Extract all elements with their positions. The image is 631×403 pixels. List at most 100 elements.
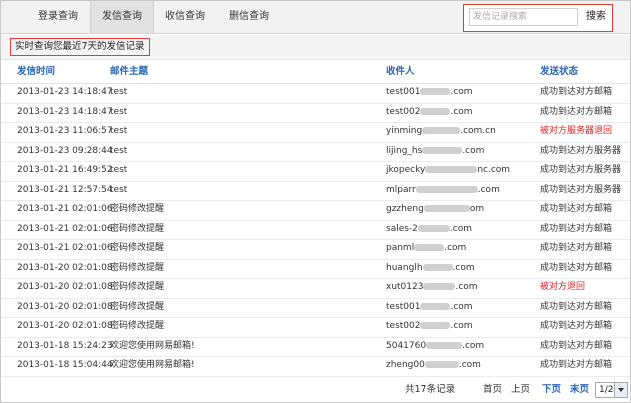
table-row[interactable]: 2013-01-21 16:49:52 test jkopecky nc.com 成功到… xyxy=(1,161,630,182)
recipient: test001 .com xyxy=(386,83,473,103)
sent-time: 2013-01-20 02:01:08 xyxy=(17,321,113,331)
column-header-subject[interactable]: 邮件主题 xyxy=(110,61,148,83)
sent-time: 2013-01-23 09:28:44 xyxy=(17,145,113,156)
sent-time: 2013-01-23 14:18:47 xyxy=(17,106,113,117)
recipient-prefix: yinming xyxy=(386,126,423,136)
recipient-prefix: xut0123 xyxy=(386,282,424,292)
send-status: 成功到达对方邮箱 xyxy=(540,301,613,312)
notice-text: 实时查询您最近7天的发信记录 xyxy=(10,38,150,56)
mail-subject[interactable]: test xyxy=(110,161,127,181)
table-row[interactable]: 2013-01-21 02:01:06 密码修改提醒 gzzheng om 成功到达对方… xyxy=(1,200,630,221)
recipient-prefix: zheng00 xyxy=(386,360,425,370)
send-status: 成功到达对方邮箱 xyxy=(540,340,613,351)
search-input[interactable] xyxy=(469,8,578,26)
recipient-suffix: .com xyxy=(455,282,478,292)
mail-subject[interactable]: 欢迎您使用网易邮箱! xyxy=(110,356,195,376)
sent-time: 2013-01-21 12:57:54 xyxy=(17,184,113,195)
mail-subject[interactable]: 密码修改提醒 xyxy=(110,200,164,220)
recipient: huanglh .com xyxy=(386,259,475,279)
sent-time: 2013-01-20 02:01:08 xyxy=(17,262,113,273)
mail-subject[interactable]: 欢迎您使用网易邮箱! xyxy=(110,337,195,357)
recipient-prefix: mlparr xyxy=(386,184,416,195)
recipient: mlparr .com xyxy=(386,181,500,201)
chevron-down-icon xyxy=(614,383,627,397)
sent-time: 2013-01-23 14:18:47 xyxy=(17,87,113,97)
mail-subject[interactable]: test xyxy=(110,142,127,162)
recipient-suffix: .com xyxy=(458,360,481,370)
mail-subject[interactable]: 密码修改提醒 xyxy=(110,220,164,240)
recipient-suffix: .com xyxy=(450,321,473,331)
first-page-link[interactable]: 首页 xyxy=(483,377,502,402)
search-button[interactable]: 搜索 xyxy=(583,8,609,26)
recipient: panml .com xyxy=(386,239,466,259)
recipient: gzzheng om xyxy=(386,200,484,220)
page-select-value: 1/2 xyxy=(599,385,614,395)
table-row[interactable]: 2013-01-18 15:24:23 欢迎您使用网易邮箱! 5041760 .com… xyxy=(1,337,630,357)
recipient-prefix: test002 xyxy=(386,321,421,331)
table-header: 发信时间 邮件主题 收件人 发送状态 xyxy=(1,61,630,84)
recipient-prefix: huanglh xyxy=(386,262,423,273)
mail-subject[interactable]: 密码修改提醒 xyxy=(110,259,164,279)
send-status: 成功到达对方邮箱 xyxy=(540,360,613,370)
mail-subject[interactable]: test xyxy=(110,122,127,142)
send-status: 成功到达对方邮箱 xyxy=(540,106,613,117)
tab-sent-query[interactable]: 发信查询 xyxy=(90,1,154,33)
table-row[interactable]: 2013-01-23 09:28:44 test lijing_hs .com 成功到达… xyxy=(1,142,630,162)
table-row[interactable]: 2013-01-21 12:57:54 test mlparr .com 成功到达对方服… xyxy=(1,181,630,201)
tab-login-query[interactable]: 登录查询 xyxy=(26,1,90,33)
table-row[interactable]: 2013-01-20 02:01:08 密码修改提醒 huanglh .com 成功到达… xyxy=(1,259,630,279)
recipient-suffix: om xyxy=(469,204,485,214)
prev-page-link[interactable]: 上页 xyxy=(511,377,530,402)
redacted-text xyxy=(422,263,453,271)
recipient-suffix: nc.com xyxy=(477,165,511,175)
mail-subject[interactable]: 密码修改提醒 xyxy=(110,317,164,337)
table-row[interactable]: 2013-01-20 02:01:08 密码修改提醒 test001 .com 成功到达… xyxy=(1,298,630,318)
redacted-text xyxy=(422,127,461,134)
recipient: test001 .com xyxy=(386,298,473,318)
page-select[interactable]: 1/2 xyxy=(595,382,628,398)
redacted-text xyxy=(420,302,451,310)
recipient: lijing_hs .com xyxy=(386,142,484,162)
mail-subject[interactable]: 密码修改提醒 xyxy=(110,298,164,318)
recipient: test002 .com xyxy=(386,317,473,337)
sent-time: 2013-01-18 15:24:23 xyxy=(17,340,113,351)
total-records: 共17条记录 xyxy=(405,384,456,395)
redacted-text xyxy=(414,244,445,251)
sent-time: 2013-01-21 02:01:06 xyxy=(17,243,113,253)
mail-subject[interactable]: test xyxy=(110,103,127,123)
column-header-status[interactable]: 发送状态 xyxy=(540,61,578,83)
mail-subject[interactable]: 密码修改提醒 xyxy=(110,278,164,298)
table-row[interactable]: 2013-01-21 02:01:06 密码修改提醒 sales-2 .com 成功到达… xyxy=(1,220,630,240)
table-row[interactable]: 2013-01-20 02:01:08 密码修改提醒 test002 .com 成功到达… xyxy=(1,317,630,338)
mail-subject[interactable]: test xyxy=(110,83,127,103)
recipient-prefix: lijing_hs xyxy=(386,145,423,156)
recipient-suffix: .com xyxy=(449,223,472,234)
table-row[interactable]: 2013-01-21 02:01:06 密码修改提醒 panml .com 成功到达对方… xyxy=(1,239,630,260)
send-status: 成功到达对方服务器 xyxy=(540,184,622,195)
recipient: jkopecky nc.com xyxy=(386,161,510,181)
table-row[interactable]: 2013-01-23 14:18:47 test test001 .com 成功到达对方… xyxy=(1,83,630,104)
recipient-suffix: .com xyxy=(450,301,473,312)
sent-time: 2013-01-21 02:01:06 xyxy=(17,223,113,234)
column-header-recipient[interactable]: 收件人 xyxy=(386,61,415,83)
table-row[interactable]: 2013-01-18 15:04:44 欢迎您使用网易邮箱! zheng00 .com… xyxy=(1,356,630,377)
table-row[interactable]: 2013-01-20 02:01:08 密码修改提醒 xut0123 .com 被对方退… xyxy=(1,278,630,299)
mail-subject[interactable]: 密码修改提醒 xyxy=(110,239,164,259)
send-status: 成功到达对方邮箱 xyxy=(540,243,613,253)
send-status: 成功到达对方邮箱 xyxy=(540,262,613,273)
recipient-suffix: .com xyxy=(452,262,475,273)
last-page-link[interactable]: 末页 xyxy=(570,377,589,402)
column-header-time[interactable]: 发信时间 xyxy=(17,61,55,83)
tab-received-query[interactable]: 收信查询 xyxy=(153,1,217,33)
recipient-suffix: .com xyxy=(462,145,485,156)
table-row[interactable]: 2013-01-23 14:18:47 test test002 .com 成功到达对方… xyxy=(1,103,630,123)
recipient-suffix: .com.cn xyxy=(460,126,496,136)
mail-subject[interactable]: test xyxy=(110,181,127,201)
recipient: sales-2 .com xyxy=(386,220,472,240)
recipient-prefix: jkopecky xyxy=(386,165,426,175)
table-row[interactable]: 2013-01-23 11:06:57 test yinming .com.cn 被对方… xyxy=(1,122,630,143)
send-status: 成功到达对方邮箱 xyxy=(540,223,613,234)
recipient-prefix: sales-2 xyxy=(386,223,418,234)
tab-deleted-query[interactable]: 删信查询 xyxy=(217,1,281,33)
next-page-link[interactable]: 下页 xyxy=(542,377,561,402)
